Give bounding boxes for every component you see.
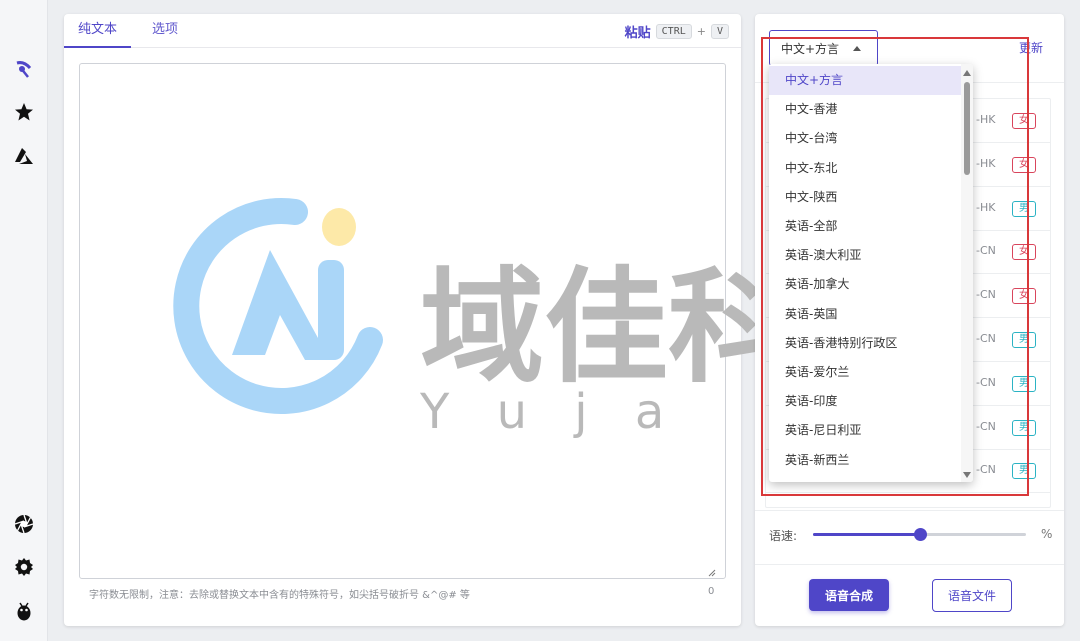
divider <box>755 564 1064 565</box>
paste-shortcut: 粘贴 CTRL + V <box>625 22 729 41</box>
voice-locale-code: -CN <box>976 375 996 389</box>
synthesize-button[interactable]: 语音合成 <box>809 579 889 611</box>
char-count: 0 <box>708 586 715 597</box>
gender-badge: 女 <box>1012 244 1036 261</box>
dropdown-option[interactable]: 英语-爱尔兰 <box>769 358 961 387</box>
dropdown-option[interactable]: 英语-新西兰 <box>769 446 961 475</box>
voice-tool-icon[interactable] <box>12 57 36 81</box>
dropdown-option[interactable]: 中文-东北 <box>769 154 961 183</box>
scroll-down-icon[interactable] <box>963 472 971 478</box>
refresh-button[interactable]: 更新 <box>1019 39 1043 56</box>
voice-locale-code: -CN <box>976 419 996 433</box>
dropdown-option[interactable]: 中文-香港 <box>769 95 961 124</box>
caret-up-icon <box>853 46 861 51</box>
voice-locale-code: -HK <box>976 200 996 214</box>
bug-icon[interactable] <box>12 599 36 623</box>
voice-locale-code: -CN <box>976 244 996 258</box>
kbd-plus: + <box>696 25 706 38</box>
language-dropdown: 中文+方言 中文-香港 中文-台湾 中文-东北 中文-陕西 英语-全部 英语-澳大利亚 英语-… <box>769 64 973 482</box>
gender-badge: 女 <box>1012 113 1036 129</box>
dropdown-option[interactable]: 英语-全部 <box>769 212 961 241</box>
star-icon[interactable] <box>12 100 36 124</box>
voice-locale-code: -HK <box>976 156 996 170</box>
dropdown-option[interactable]: 英语-印度 <box>769 387 961 416</box>
dropdown-option[interactable]: 英语-尼日利亚 <box>769 416 961 445</box>
scroll-thumb[interactable] <box>964 82 970 175</box>
language-select[interactable]: 中文+方言 <box>769 30 878 66</box>
dropdown-option[interactable]: 英语-英国 <box>769 300 961 329</box>
dropdown-scrollbar[interactable] <box>961 64 973 482</box>
voice-locale-code: -CN <box>976 288 996 302</box>
gender-badge: 男 <box>1012 463 1036 480</box>
gender-badge: 男 <box>1012 375 1036 392</box>
voice-locale-code: -CN <box>976 463 996 477</box>
speed-slider[interactable] <box>813 528 1026 541</box>
gender-badge: 女 <box>1012 288 1036 305</box>
voice-file-button[interactable]: 语音文件 <box>932 579 1012 612</box>
gender-badge: 男 <box>1012 419 1036 436</box>
gender-badge: 男 <box>1012 200 1036 217</box>
kbd-v: V <box>710 24 729 39</box>
speed-slider-thumb[interactable] <box>913 528 927 541</box>
input-hint: 字符数无限制，注意：去除或替换文本中含有的特殊符号，如尖括号破折号 &^@# 等 <box>89 590 470 601</box>
dropdown-option[interactable]: 英语-加拿大 <box>769 270 961 299</box>
tab-options[interactable]: 选项 <box>138 14 192 48</box>
editor-panel: 纯文本 选项 粘贴 CTRL + V 字符数无限制，注意：去除或替换文本中含有的… <box>64 14 741 626</box>
divider <box>755 510 1064 511</box>
gender-badge: 男 <box>1012 332 1036 348</box>
language-select-value: 中文+方言 <box>781 41 840 56</box>
resize-grip-icon[interactable] <box>706 567 716 577</box>
azure-icon[interactable] <box>12 144 36 168</box>
dropdown-option[interactable]: 英语-香港特别行政区 <box>769 329 961 358</box>
speed-slider-fill <box>813 533 920 536</box>
editor-tabs: 纯文本 选项 粘贴 CTRL + V <box>64 14 741 48</box>
kbd-ctrl: CTRL <box>655 24 692 39</box>
dropdown-option[interactable]: 中文-陕西 <box>769 183 961 212</box>
voice-locale-code: -CN <box>976 332 996 345</box>
dropdown-option[interactable]: 中文-台湾 <box>769 124 961 153</box>
voice-locale-code: -HK <box>976 113 996 126</box>
dropdown-option[interactable]: 中文+方言 <box>769 66 961 95</box>
gender-badge: 女 <box>1012 156 1036 173</box>
speed-label: 语速: <box>769 529 798 543</box>
speed-unit: % <box>1041 527 1053 541</box>
tab-plain-text[interactable]: 纯文本 <box>64 14 132 48</box>
aperture-icon[interactable] <box>12 512 36 536</box>
dropdown-option[interactable]: 英语-澳大利亚 <box>769 241 961 270</box>
paste-button[interactable]: 粘贴 <box>625 22 651 41</box>
scroll-up-icon[interactable] <box>963 70 971 76</box>
text-input[interactable] <box>79 63 726 579</box>
gear-icon[interactable] <box>12 555 36 579</box>
side-rail <box>0 0 48 641</box>
